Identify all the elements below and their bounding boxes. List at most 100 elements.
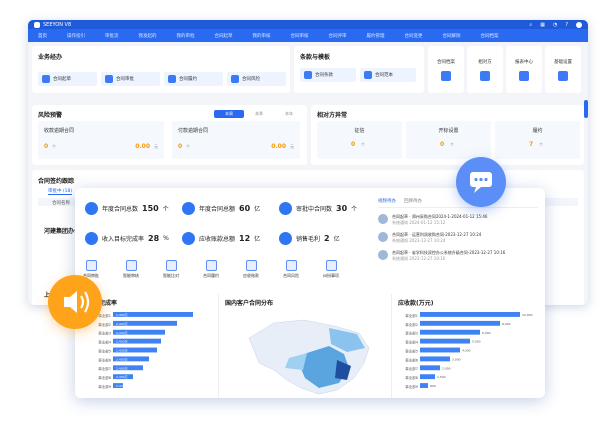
shortcut-tile[interactable]: 报表中心 (506, 46, 542, 93)
bar[interactable] (420, 312, 520, 317)
bar[interactable] (420, 329, 480, 335)
col-contract-name: 合同名称 (52, 201, 70, 206)
nav-item[interactable]: 合同起草 (205, 33, 243, 39)
nav-item[interactable]: 我发起的 (129, 33, 167, 39)
business-button[interactable]: 合同起草 (38, 72, 97, 86)
risk-period-tab[interactable]: 本年 (274, 110, 304, 118)
bar[interactable] (420, 374, 435, 380)
quick-link-label: 应收账款 (243, 273, 259, 278)
feed-tab[interactable]: 回顾待办 (404, 198, 422, 204)
nav-item[interactable]: 操作指引 (57, 33, 95, 39)
nav-item[interactable]: 合同评审 (319, 33, 357, 39)
terms-button[interactable]: 合同范本 (360, 68, 416, 82)
bell-icon[interactable]: ◔ (553, 22, 557, 28)
receivable-chart-title: 应收款(万元) (398, 300, 434, 307)
nav-item[interactable]: 合同变更 (395, 33, 433, 39)
counterparty-card[interactable]: 征信 0 个 (317, 121, 402, 159)
counterparty-card[interactable]: 履约 7 个 (495, 121, 580, 159)
shortcut-tile[interactable]: 合同档案 (428, 46, 464, 93)
kpi-icon (85, 232, 98, 245)
nav-item[interactable]: 审批流 (95, 33, 129, 39)
terms-button-label: 合同条款 (315, 73, 333, 78)
kpi-card[interactable]: 销售毛利 2 亿 (279, 232, 340, 245)
risk-period-tab[interactable]: 本周 (214, 110, 244, 118)
bar-category-label: 事业部4 (405, 340, 418, 345)
quick-link[interactable]: 应收账款 (243, 260, 259, 279)
shortcut-tile[interactable]: 基础设置 (545, 46, 581, 93)
kpi-card[interactable]: 年度合同总数 150 个 (85, 202, 169, 215)
search-icon[interactable]: ⌕ (529, 22, 532, 28)
template-icon (304, 71, 312, 79)
nav-item[interactable]: 履约管理 (357, 33, 395, 39)
bar[interactable] (420, 320, 500, 326)
kpi-card[interactable]: 年度合同总额 60 亿 (182, 202, 260, 215)
kpi-value: 60 (239, 204, 251, 213)
business-button[interactable]: 合同审批 (101, 72, 160, 86)
kpi-icon (279, 232, 292, 245)
top-bar: SEEYON V8 ⌕ ▦ ◔ ? (28, 20, 588, 29)
feed-item-body: 合同起草 · 运营利润收购合同-2023-12-27 10:24 系统通知 202… (392, 232, 481, 244)
kpi-unit: 个 (351, 206, 358, 213)
nav-item[interactable]: 我的审核 (243, 33, 281, 39)
bar[interactable] (420, 338, 470, 344)
bar-category-label: 事业部2 (405, 322, 418, 327)
payable-overdue-label: 付款逾期合同 (178, 128, 209, 134)
grid-icon[interactable]: ▦ (540, 22, 545, 28)
china-map[interactable] (219, 308, 389, 398)
audio-button[interactable] (48, 275, 102, 329)
side-handle[interactable] (584, 100, 588, 118)
quick-link[interactable]: 合同履约 (203, 260, 219, 279)
nav-item[interactable]: 合同审核 (281, 33, 319, 39)
receivable-amount-unit: 元 (154, 144, 158, 149)
bar-category-label: 事业部8 (98, 375, 111, 380)
terms-panel: 条款与模板 合同条款 合同范本 (294, 46, 424, 93)
feed-tab[interactable]: 视频待办 (378, 198, 396, 204)
feed-item[interactable]: 合同起草 · 运营利润收购合同-2023-12-27 10:24 系统通知 202… (378, 232, 538, 244)
bar[interactable] (420, 365, 440, 371)
payable-amount-unit: 元 (290, 144, 294, 149)
feed-item[interactable]: 合同起草 · 省学科技双控办公系统升级合同-2023-12-27 10:16 系统… (378, 250, 538, 262)
kpi-icon (85, 202, 98, 215)
kpi-card[interactable]: 应收账款总额 12 亿 (182, 232, 260, 245)
nav-item[interactable]: 我的审批 (167, 33, 205, 39)
feed-item-meta: 系统通知 2024-01-12 15:12 (392, 220, 446, 225)
chat-bubble-button[interactable] (456, 157, 506, 207)
feed-item[interactable]: 合同起草 · 郑州采购合同2024-1-2024-01-12 15:46 系统通知… (378, 214, 538, 226)
counterparty-panel: 相对方异常 征信 0 个开标设置 0 个履约 7 个 (311, 105, 584, 165)
shortcut-label: 基础设置 (554, 59, 572, 65)
app-title: SEEYON V8 (43, 21, 72, 28)
risk-period-tab[interactable]: 本季 (244, 110, 274, 118)
payable-overdue-card[interactable]: 付款逾期合同 0 个 0.00 元 (172, 121, 300, 159)
receivable-overdue-card[interactable]: 收款逾期合同 0 个 0.00 元 (38, 121, 164, 159)
dashboard-overlay: 年度合同总数 150 个年度合同总额 60 亿 审批中合同数 30 个收入目标完成率 28% 应收… (75, 188, 545, 398)
avatar[interactable] (576, 21, 582, 28)
shortcut-tile[interactable]: 相对方 (467, 46, 503, 93)
kpi-card[interactable]: 审批中合同数 30 个 (279, 202, 357, 215)
quick-link[interactable]: 智能比对 (163, 260, 179, 279)
nav-item[interactable]: 合同档案 (471, 33, 509, 39)
quick-link-icon (205, 260, 217, 271)
shortcut-icon (519, 70, 529, 81)
business-title: 业务经办 (38, 54, 63, 61)
quick-link[interactable]: 合同风险 (283, 260, 299, 279)
bar[interactable] (420, 347, 460, 353)
receivable-overdue-label: 收款逾期合同 (44, 128, 75, 134)
quick-link[interactable]: 智能审核 (123, 260, 139, 279)
tracking-tab[interactable]: 审批中 (18) (48, 188, 73, 195)
bar-category-label: 事业部5 (98, 348, 111, 353)
tracking-title: 合同签约跟踪 (38, 178, 75, 185)
quick-link[interactable]: 纠纷事项 (323, 260, 339, 279)
counterparty-card[interactable]: 开标设置 0 个 (406, 121, 491, 159)
business-button[interactable]: 合同风险 (227, 72, 286, 86)
receivable-overdue-count: 0 (44, 143, 49, 150)
kpi-value: 150 (142, 204, 159, 213)
terms-button[interactable]: 合同条款 (300, 68, 356, 82)
counterparty-card-unit: 个 (361, 142, 365, 147)
nav-item[interactable]: 首页 (28, 33, 57, 39)
help-icon[interactable]: ? (565, 22, 568, 28)
bar[interactable] (420, 383, 428, 388)
nav-item[interactable]: 合同解除 (433, 33, 471, 39)
bar[interactable] (420, 356, 450, 362)
kpi-card[interactable]: 收入目标完成率 28% (85, 232, 169, 245)
business-button[interactable]: 合同履约 (164, 72, 223, 86)
